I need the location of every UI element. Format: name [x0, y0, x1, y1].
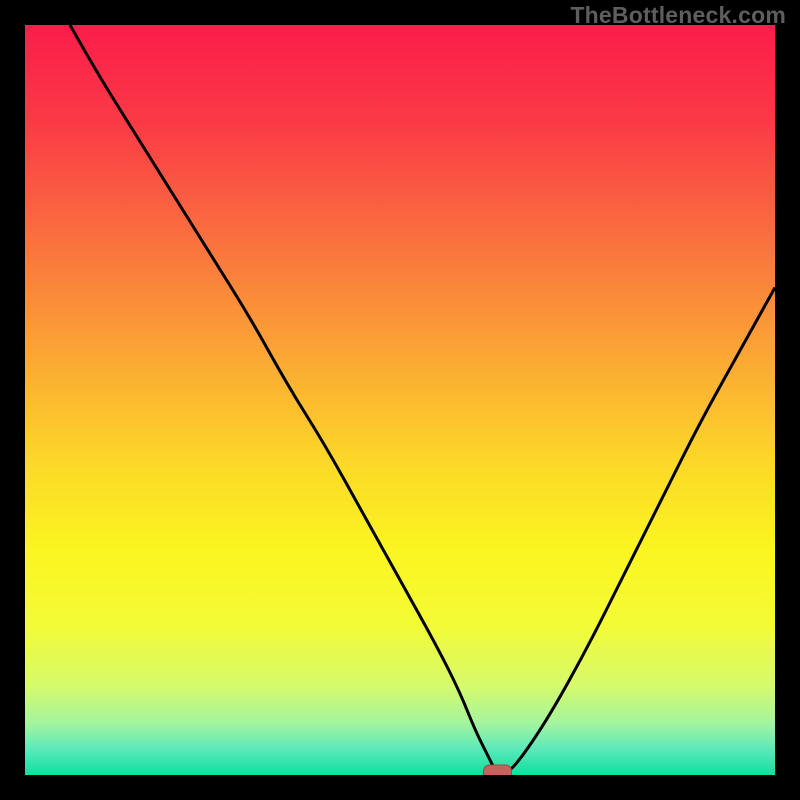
chart-frame: TheBottleneck.com: [0, 0, 800, 800]
watermark-text: TheBottleneck.com: [570, 2, 786, 29]
minimum-marker: [484, 765, 512, 775]
bottleneck-chart: [25, 25, 775, 775]
